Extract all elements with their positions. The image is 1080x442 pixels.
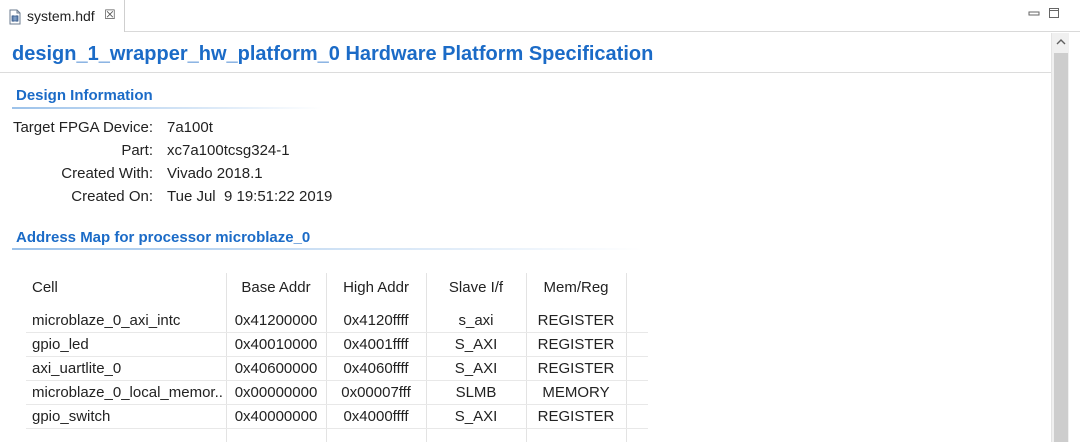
cell-mem-reg: REGISTER	[537, 408, 615, 425]
cell-high-addr: 0x4000ffff	[343, 408, 409, 425]
vertical-scrollbar[interactable]	[1051, 33, 1069, 442]
column-header-high-addr[interactable]: High Addr	[326, 276, 426, 300]
scroll-up-arrow-icon[interactable]	[1055, 37, 1067, 47]
info-value: xc7a100tcsg324-1	[167, 142, 290, 159]
cell-high-addr: 0x4060ffff	[343, 360, 409, 377]
cell-base-addr: 0x40010000	[234, 336, 318, 353]
cell-name: gpio_led	[32, 336, 89, 353]
cell-slave-if: S_AXI	[454, 360, 498, 377]
column-header-slave-if[interactable]: Slave I/f	[426, 276, 526, 300]
minimize-icon[interactable]	[1027, 6, 1041, 20]
section-divider	[12, 248, 642, 250]
address-map-table: Cell Base Addr High Addr Slave I/f Mem/R…	[26, 273, 648, 442]
cell-high-addr: 0x4120ffff	[343, 312, 409, 329]
section-divider	[12, 107, 322, 109]
cell-mem-reg: REGISTER	[537, 360, 615, 377]
cell-name: microblaze_0_local_memor...	[32, 384, 222, 401]
hardware-file-icon	[9, 9, 21, 25]
cell-base-addr: 0x00000000	[234, 384, 318, 401]
close-icon[interactable]: ☒	[104, 7, 116, 23]
column-header-mem-reg[interactable]: Mem/Reg	[526, 276, 626, 300]
section-title-design-information: Design Information	[16, 87, 153, 104]
cell-name: axi_uartlite_0	[32, 360, 122, 377]
info-key: Target FPGA Device:	[12, 119, 153, 136]
divider	[0, 72, 1051, 73]
hardware-platform-spec-view: design_1_wrapper_hw_platform_0 Hardware …	[0, 33, 1051, 442]
cell-base-addr: 0x41200000	[234, 312, 318, 329]
section-title-address-map: Address Map for processor microblaze_0	[16, 229, 311, 246]
cell-base-addr: 0x40600000	[234, 360, 318, 377]
cell-mem-reg: REGISTER	[537, 336, 615, 353]
info-key: Part:	[121, 142, 153, 159]
editor-tab-bar: system.hdf ☒	[0, 0, 1080, 32]
cell-slave-if: S_AXI	[454, 408, 498, 425]
cell-base-addr: 0x40000000	[234, 408, 318, 425]
cell-name: gpio_switch	[32, 408, 111, 425]
cell-high-addr: 0x00007fff	[341, 384, 411, 401]
cell-slave-if: S_AXI	[454, 336, 498, 353]
page-title: design_1_wrapper_hw_platform_0 Hardware …	[12, 43, 654, 65]
cell-name: microblaze_0_axi_intc	[32, 312, 181, 329]
column-divider	[626, 273, 627, 442]
cell-slave-if: SLMB	[455, 384, 497, 401]
maximize-icon[interactable]	[1047, 6, 1061, 20]
cell-mem-reg: REGISTER	[537, 312, 615, 329]
tab-label: system.hdf	[27, 8, 95, 24]
cell-slave-if: s_axi	[458, 312, 494, 329]
info-value: Vivado 2018.1	[167, 165, 263, 182]
column-header-cell[interactable]: Cell	[32, 276, 222, 300]
info-value: 7a100t	[167, 119, 213, 136]
info-value: Tue Jul 9 19:51:22 2019	[167, 188, 333, 205]
cell-mem-reg: MEMORY	[542, 384, 610, 401]
column-header-base-addr[interactable]: Base Addr	[226, 276, 326, 300]
info-key: Created With:	[61, 165, 153, 182]
scrollbar-thumb[interactable]	[1054, 53, 1068, 442]
tab-system-hdf[interactable]: system.hdf ☒	[0, 0, 125, 32]
info-key: Created On:	[71, 188, 153, 205]
cell-high-addr: 0x4001ffff	[343, 336, 409, 353]
